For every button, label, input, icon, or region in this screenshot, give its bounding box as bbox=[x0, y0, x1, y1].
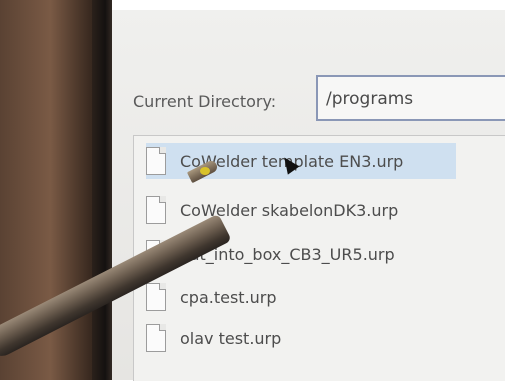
current-directory-value: /programs bbox=[326, 89, 414, 109]
stylus-nib bbox=[200, 167, 210, 175]
file-name: cpa.test.urp bbox=[180, 287, 277, 307]
file-icon bbox=[146, 324, 166, 352]
screen-top-border bbox=[112, 0, 505, 10]
current-directory-label: Current Directory: bbox=[133, 92, 277, 111]
file-row[interactable]: CoWelder skabelonDK3.urp bbox=[146, 192, 398, 228]
file-name: olav test.urp bbox=[180, 328, 282, 348]
monitor-bezel-edge bbox=[92, 0, 114, 380]
file-row[interactable]: olav test.urp bbox=[146, 320, 281, 356]
file-icon bbox=[146, 147, 166, 175]
current-directory-field[interactable]: /programs bbox=[316, 75, 505, 121]
file-icon bbox=[146, 283, 166, 311]
file-row[interactable]: cpa.test.urp bbox=[146, 279, 277, 315]
file-icon bbox=[146, 196, 166, 224]
